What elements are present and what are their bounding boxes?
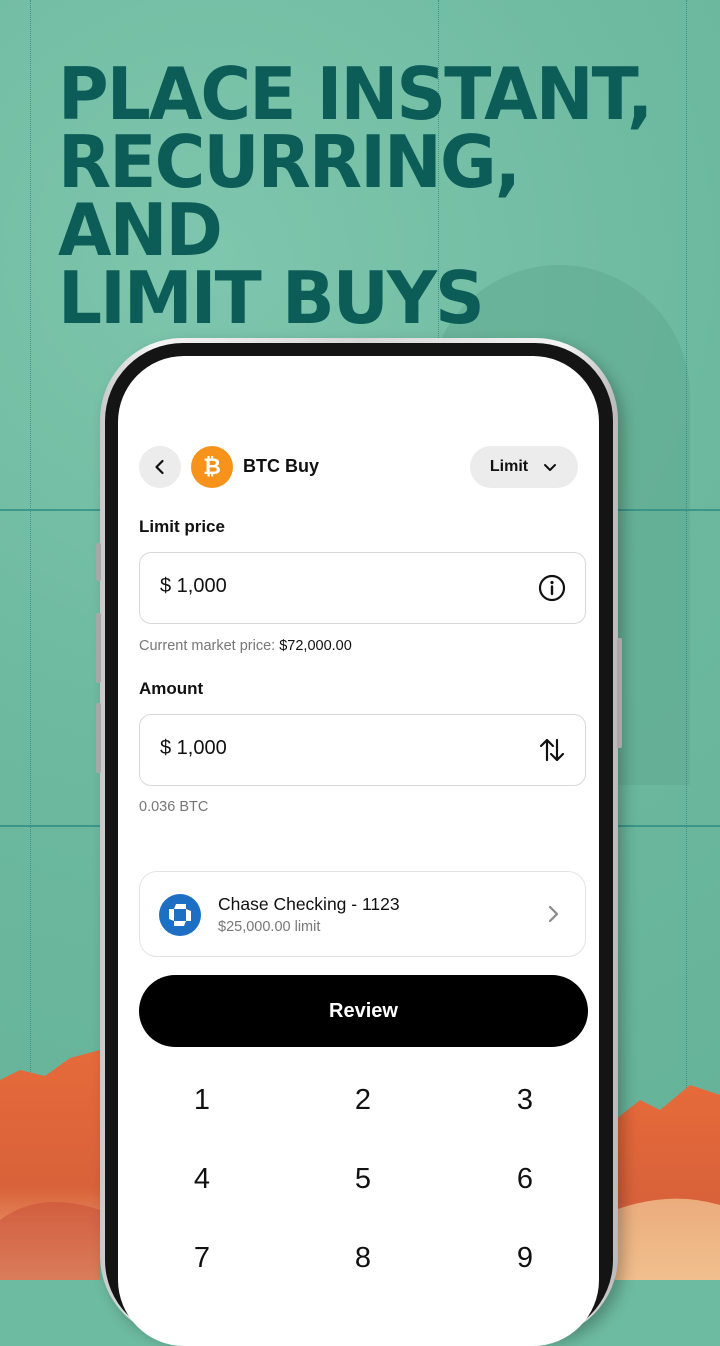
app-screen: ₿ BTC Buy Limit Limit price $ 1,000 Curr… xyxy=(118,356,599,1346)
order-type-label: Limit xyxy=(489,458,529,475)
chase-octagon-icon xyxy=(169,904,191,926)
chevron-down-icon xyxy=(544,464,557,471)
phone-side-button xyxy=(96,613,101,683)
headline-line: PLACE INSTANT, xyxy=(58,52,653,136)
back-button[interactable] xyxy=(139,446,181,488)
headline-line: LIMIT BUYS xyxy=(58,256,485,340)
keypad-key[interactable]: 3 xyxy=(475,1084,575,1117)
amount-label: Amount xyxy=(139,679,204,698)
swap-arrows-icon[interactable] xyxy=(537,735,567,765)
phone-bezel: ₿ BTC Buy Limit Limit price $ 1,000 Curr… xyxy=(105,343,613,1346)
funding-source-limit: $25,000.00 limit xyxy=(218,919,321,935)
review-button[interactable]: Review xyxy=(139,975,588,1047)
bitcoin-symbol: ₿ xyxy=(203,454,221,479)
phone-frame: ₿ BTC Buy Limit Limit price $ 1,000 Curr… xyxy=(96,338,622,1346)
phone-side-button xyxy=(617,638,622,748)
info-icon[interactable] xyxy=(537,573,567,603)
chevron-left-icon xyxy=(155,459,164,475)
phone-side-button xyxy=(96,543,101,581)
limit-price-value: $ 1,000 xyxy=(160,575,227,597)
btc-conversion-text: 0.036 BTC xyxy=(139,799,209,815)
bitcoin-icon: ₿ xyxy=(191,446,233,488)
chevron-right-icon xyxy=(548,905,559,923)
limit-price-label: Limit price xyxy=(139,517,225,536)
limit-price-input[interactable]: $ 1,000 xyxy=(139,552,586,624)
order-type-dropdown[interactable]: Limit xyxy=(470,446,578,488)
amount-value: $ 1,000 xyxy=(160,737,227,759)
keypad-key[interactable]: 2 xyxy=(313,1084,413,1117)
order-header: ₿ BTC Buy Limit xyxy=(139,446,578,490)
headline: PLACE INSTANT, RECURRING, AND LIMIT BUYS xyxy=(58,52,672,340)
funding-source-card[interactable]: Chase Checking - 1123 $25,000.00 limit xyxy=(139,871,586,957)
keypad-key[interactable]: 5 xyxy=(313,1163,413,1196)
phone-side-button xyxy=(96,703,101,773)
page-title: BTC Buy xyxy=(243,456,319,476)
keypad-key[interactable]: 6 xyxy=(475,1163,575,1196)
keypad-key[interactable]: 1 xyxy=(152,1084,252,1117)
chase-logo-icon xyxy=(159,894,201,936)
market-price-value: $72,000.00 xyxy=(279,638,352,654)
headline-line: RECURRING, AND xyxy=(58,120,521,272)
keypad-key[interactable]: 4 xyxy=(152,1163,252,1196)
amount-input[interactable]: $ 1,000 xyxy=(139,714,586,786)
keypad-key[interactable]: 9 xyxy=(475,1242,575,1275)
funding-source-name: Chase Checking - 1123 xyxy=(218,894,400,914)
market-price-text: Current market price: $72,000.00 xyxy=(139,638,352,654)
keypad-key[interactable]: 8 xyxy=(313,1242,413,1275)
keypad-key[interactable]: 7 xyxy=(152,1242,252,1275)
market-price-prefix: Current market price: xyxy=(139,638,280,654)
